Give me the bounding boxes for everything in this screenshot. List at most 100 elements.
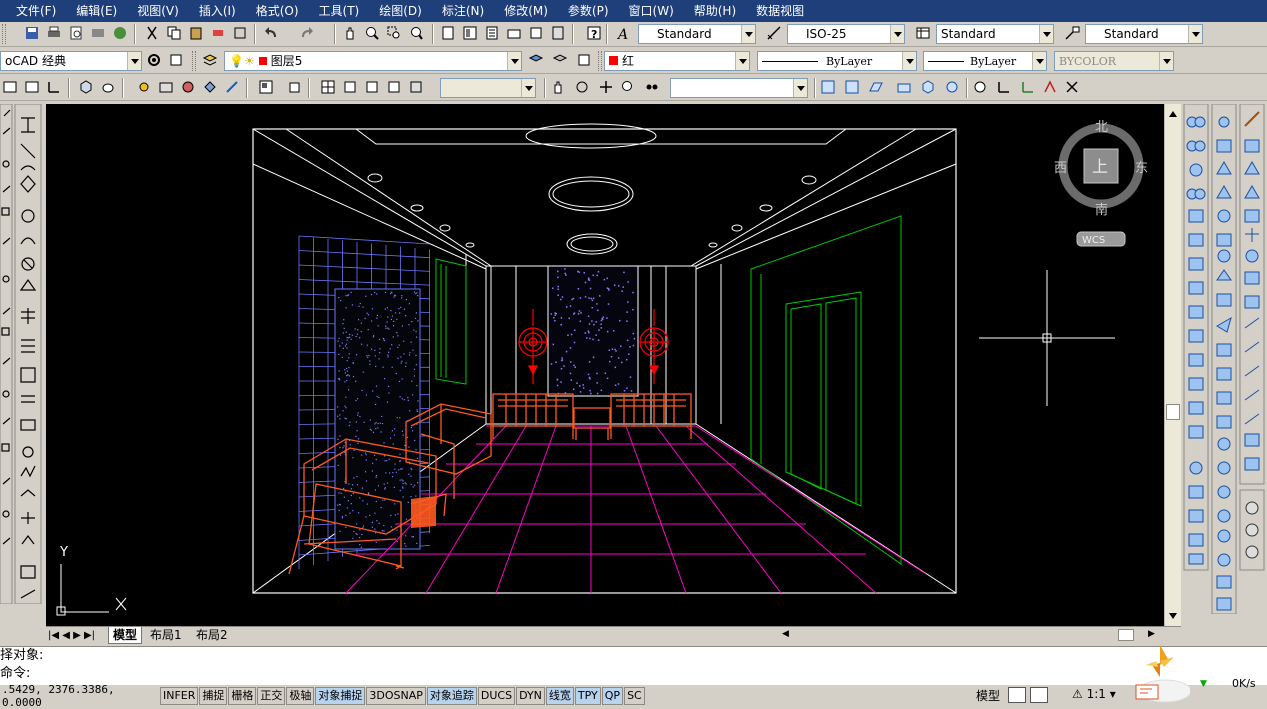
status-toggle[interactable]: QP — [601, 686, 624, 705]
ucs-icon[interactable] — [44, 77, 64, 97]
status-toggle[interactable]: 3DOSNAP — [366, 686, 426, 705]
view-bottom-icon[interactable] — [842, 77, 862, 97]
scroll-down-icon[interactable] — [1167, 610, 1179, 622]
menu-item[interactable]: 文件(F) — [6, 0, 66, 22]
menu-item[interactable]: 修改(M) — [494, 0, 558, 22]
toolbar-grip[interactable] — [598, 51, 602, 71]
table-style-icon[interactable] — [913, 23, 933, 43]
menu-item[interactable]: 数据视图 — [746, 0, 814, 22]
status-toggle[interactable]: 正交 — [257, 686, 286, 705]
layer-select[interactable]: 💡☀ 图层5 — [224, 51, 522, 71]
make-current-layer-icon[interactable] — [526, 50, 546, 70]
quick-view-drawings-icon[interactable] — [1030, 687, 1048, 703]
zoom-window-icon[interactable] — [384, 23, 404, 43]
sheet-set-icon[interactable] — [504, 23, 524, 43]
menu-item[interactable]: 格式(O) — [246, 0, 309, 22]
draw-modify-icons[interactable] — [0, 103, 44, 605]
ucs-apply-icon[interactable] — [1062, 77, 1082, 97]
zoom-extents-icon[interactable] — [618, 77, 638, 97]
toolbar-grip[interactable] — [192, 51, 196, 71]
scroll-thumb[interactable] — [1166, 404, 1180, 420]
pan-icon[interactable] — [340, 23, 360, 43]
pinwheel-widget-icon[interactable] — [1130, 637, 1192, 705]
coordinate-readout[interactable]: .5429, 2376.3386, 0.0000 — [0, 683, 160, 709]
drawing-canvas[interactable]: Y 北 南 东 西 上 WCS — [46, 104, 1164, 626]
workspace-save-icon[interactable] — [166, 50, 186, 70]
view-sw-iso-icon[interactable] — [918, 77, 938, 97]
view-front-icon[interactable] — [894, 77, 914, 97]
cut-icon[interactable] — [142, 23, 162, 43]
color-select[interactable]: 红 — [604, 51, 750, 71]
command-prompt[interactable]: 命令: — [0, 665, 1267, 683]
status-toggle[interactable]: 极轴 — [286, 686, 315, 705]
viewport-icon[interactable] — [256, 77, 276, 97]
publish-icon[interactable] — [88, 23, 108, 43]
print-icon[interactable] — [44, 23, 64, 43]
menu-item[interactable]: 工具(T) — [309, 0, 370, 22]
menu-item[interactable]: 参数(P) — [558, 0, 619, 22]
light-icon[interactable] — [134, 77, 154, 97]
vertical-scrollbar[interactable] — [1164, 104, 1181, 626]
ucs-object-icon[interactable] — [1018, 77, 1038, 97]
viewport-scale-select[interactable] — [440, 78, 536, 98]
ucs-origin-icon[interactable] — [994, 77, 1014, 97]
scroll-up-icon[interactable] — [1167, 108, 1179, 120]
view-top-icon[interactable] — [818, 77, 838, 97]
menu-item[interactable]: 帮助(H) — [684, 0, 746, 22]
convert-viewport-icon[interactable] — [384, 77, 404, 97]
plot-preview-icon[interactable] — [66, 23, 86, 43]
hscroll-left-icon[interactable]: ◀ — [782, 629, 798, 641]
status-toggle[interactable]: 线宽 — [545, 686, 574, 705]
section-plane-icon[interactable] — [222, 77, 242, 97]
layer-manager-icon[interactable] — [200, 50, 220, 70]
named-view-select[interactable] — [670, 78, 808, 98]
lineweight-select[interactable]: ByLayer — [923, 51, 1047, 71]
status-toggle[interactable]: DYN — [516, 686, 545, 705]
regen-icon[interactable] — [22, 77, 42, 97]
match-properties-icon[interactable] — [208, 23, 228, 43]
ucs-3point-icon[interactable] — [1040, 77, 1060, 97]
single-viewport-icon[interactable] — [340, 77, 360, 97]
status-toggle[interactable]: DUCS — [477, 686, 516, 705]
teapot-icon[interactable] — [98, 77, 118, 97]
view-left-icon[interactable] — [866, 77, 886, 97]
status-toggle[interactable]: SC — [624, 686, 645, 705]
text-style-icon[interactable]: A — [614, 23, 634, 43]
menu-item[interactable]: 编辑(E) — [66, 0, 127, 22]
tab-layout2[interactable]: 布局2 — [192, 627, 232, 644]
status-toggle[interactable]: TPY — [574, 686, 601, 705]
orbit-icon[interactable] — [572, 77, 592, 97]
dim-style-select[interactable]: ISO-25 — [787, 24, 905, 44]
status-toggle[interactable]: INFER — [160, 686, 199, 705]
render-icon[interactable] — [156, 77, 176, 97]
menu-item[interactable]: 窗口(W) — [619, 0, 684, 22]
free-orbit-icon[interactable] — [596, 77, 616, 97]
pan-hand-icon[interactable] — [548, 77, 568, 97]
tool-palettes-icon[interactable] — [482, 23, 502, 43]
annotation-scale[interactable]: ⚠ 1:1 ▾ — [1072, 687, 1116, 701]
status-toggle[interactable]: 对象捕捉 — [315, 686, 366, 705]
table-style-select[interactable]: Standard — [936, 24, 1054, 44]
plotstyle-select[interactable]: BYCOLOR — [1054, 51, 1174, 71]
zoom-previous-icon[interactable] — [406, 23, 426, 43]
tab-nav-arrows[interactable]: |◀ ◀ ▶ ▶| — [48, 630, 95, 641]
menu-item[interactable]: 插入(I) — [189, 0, 246, 22]
design-center-icon[interactable] — [460, 23, 480, 43]
tab-model[interactable]: 模型 — [108, 627, 143, 644]
block-editor-icon[interactable] — [230, 23, 250, 43]
model-space-label[interactable]: 模型 — [976, 687, 1000, 704]
undo-icon[interactable] — [262, 23, 282, 43]
viewport-layout-icon[interactable] — [318, 77, 338, 97]
dim-style-icon[interactable] — [764, 23, 784, 43]
linetype-select[interactable]: ByLayer — [757, 51, 917, 71]
materials-icon[interactable] — [178, 77, 198, 97]
layer-previous-icon[interactable] — [550, 50, 570, 70]
viewcube[interactable] — [1058, 123, 1144, 247]
text-style-select[interactable]: Standard — [638, 24, 756, 44]
menu-item[interactable]: 绘图(D) — [369, 0, 432, 22]
save-icon[interactable] — [22, 23, 42, 43]
command-window[interactable]: 择对象: 命令: — [0, 646, 1267, 684]
mleader-style-select[interactable]: Standard — [1085, 24, 1203, 44]
walk-icon[interactable] — [642, 77, 662, 97]
modify-3d-icons[interactable] — [1182, 103, 1267, 615]
